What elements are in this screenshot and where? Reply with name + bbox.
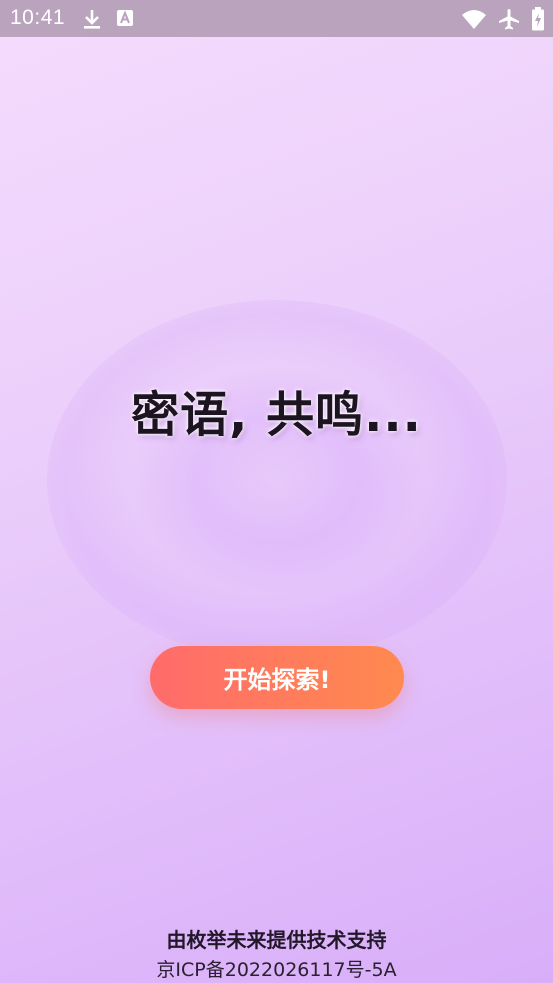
icp-license-text: 京ICP备2022026117号-5A [156,959,397,981]
background-glow [46,300,507,660]
wifi-icon [461,8,487,30]
status-notification-icons [82,8,134,30]
headline: 密语, 共鸣... [131,387,422,443]
status-time: 10:41 [10,6,66,29]
start-explore-button[interactable]: 开始探索! [150,646,404,709]
status-system-icons [461,7,545,31]
font-a-icon [116,8,134,30]
battery-charging-icon [531,7,545,31]
status-bar: 10:41 [0,0,553,37]
airplane-icon [497,7,521,31]
download-icon [82,8,102,30]
tech-support-text: 由枚举未来提供技术支持 [166,928,387,952]
